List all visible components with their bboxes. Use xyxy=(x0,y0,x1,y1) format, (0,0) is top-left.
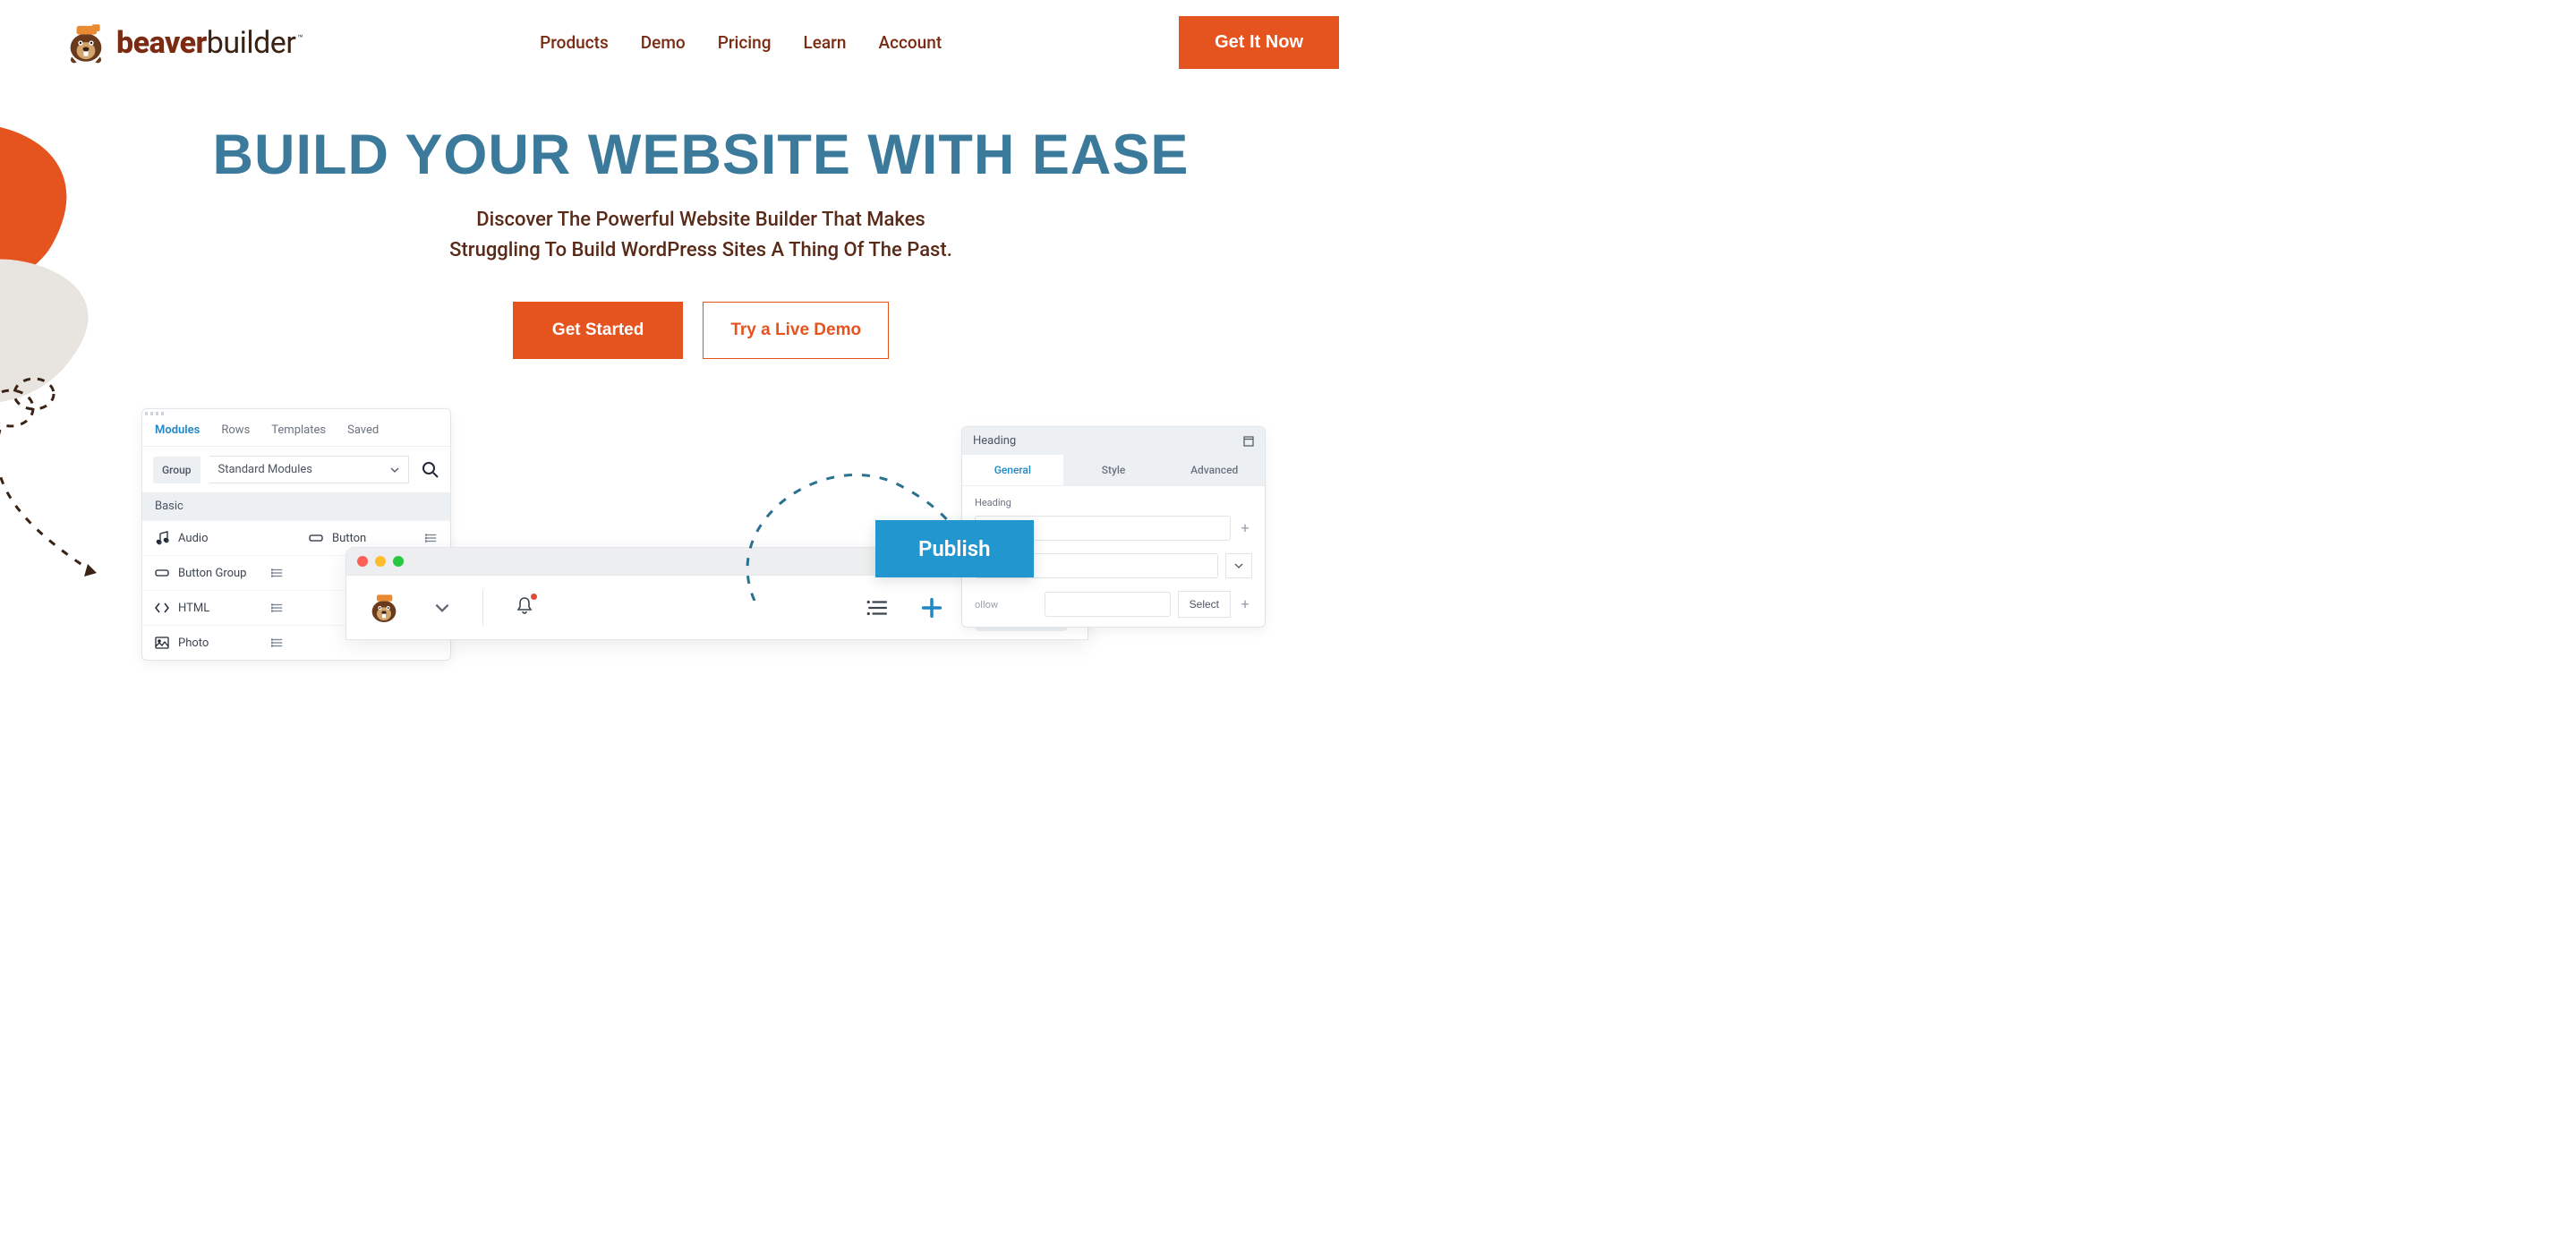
brand-logo[interactable]: beaverbuilder™ xyxy=(63,20,303,66)
tab-style[interactable]: Style xyxy=(1063,455,1164,485)
list-icon xyxy=(425,532,438,544)
module-photo[interactable]: Photo xyxy=(142,626,296,660)
group-label: Group xyxy=(153,457,200,483)
tab-general[interactable]: General xyxy=(962,455,1063,485)
heading-panel-title: Heading xyxy=(973,434,1016,448)
module-button-group[interactable]: Button Group xyxy=(142,556,296,590)
add-field-icon[interactable]: + xyxy=(1238,597,1252,611)
button-icon xyxy=(309,531,323,545)
notification-dot xyxy=(531,594,537,600)
select-button[interactable]: Select xyxy=(1178,591,1231,618)
heading-link-input[interactable] xyxy=(1045,592,1171,617)
site-header: beaverbuilder™ Products Demo Pricing Lea… xyxy=(0,0,1402,69)
list-icon xyxy=(271,637,284,649)
beaver-icon xyxy=(63,20,109,66)
follow-suffix: ollow xyxy=(975,599,1037,611)
brand-name: beaverbuilder™ xyxy=(116,25,303,61)
nav-learn[interactable]: Learn xyxy=(803,32,846,53)
plus-icon[interactable] xyxy=(919,595,944,620)
try-live-demo-button[interactable]: Try a Live Demo xyxy=(703,302,889,359)
beaver-small-icon xyxy=(366,590,402,626)
hero: Build Your Website With Ease Discover Th… xyxy=(0,123,1402,359)
list-icon xyxy=(271,567,284,579)
nav-products[interactable]: Products xyxy=(540,32,609,53)
module-html[interactable]: HTML xyxy=(142,591,296,625)
nav-account[interactable]: Account xyxy=(878,32,942,53)
window-restore-icon[interactable] xyxy=(1243,436,1254,447)
hero-subtitle: Discover The Powerful Website Builder Th… xyxy=(0,205,1402,266)
nav-pricing[interactable]: Pricing xyxy=(718,32,772,53)
tab-modules[interactable]: Modules xyxy=(155,423,200,437)
group-select-value: Standard Modules xyxy=(218,463,313,476)
illustration-cluster: Modules Rows Templates Saved Group Stand… xyxy=(141,408,1260,659)
modules-panel-tabs: Modules Rows Templates Saved xyxy=(142,418,450,447)
chevron-down-icon[interactable] xyxy=(1225,553,1252,578)
heading-field-label: Heading xyxy=(962,486,1265,512)
outline-view-icon[interactable] xyxy=(866,596,889,620)
tab-saved[interactable]: Saved xyxy=(347,423,379,437)
audio-icon xyxy=(155,531,169,545)
section-basic: Basic xyxy=(142,492,450,520)
tab-rows[interactable]: Rows xyxy=(221,423,250,437)
tab-templates[interactable]: Templates xyxy=(271,423,326,437)
button-group-icon xyxy=(155,566,169,580)
hero-title: Build Your Website With Ease xyxy=(0,123,1402,187)
notifications-button[interactable] xyxy=(514,595,535,620)
nav-demo[interactable]: Demo xyxy=(641,32,686,53)
group-select[interactable]: Standard Modules xyxy=(209,456,410,483)
add-field-icon[interactable]: + xyxy=(1238,521,1252,535)
get-started-button[interactable]: Get Started xyxy=(513,302,683,359)
module-audio[interactable]: Audio xyxy=(142,521,296,555)
window-minimize[interactable] xyxy=(375,556,386,567)
html-icon xyxy=(155,601,169,615)
window-maximize[interactable] xyxy=(393,556,404,567)
search-icon[interactable] xyxy=(422,461,439,479)
photo-icon xyxy=(155,636,169,650)
get-it-now-button[interactable]: Get It Now xyxy=(1179,16,1339,69)
heading-panel-tabs: General Style Advanced xyxy=(962,455,1265,486)
tab-advanced[interactable]: Advanced xyxy=(1164,455,1265,485)
chevron-down-icon[interactable] xyxy=(432,598,452,618)
panel-drag-handle[interactable] xyxy=(142,409,450,418)
main-nav: Products Demo Pricing Learn Account xyxy=(540,32,942,53)
publish-badge[interactable]: Publish xyxy=(875,520,1034,577)
list-icon xyxy=(271,602,284,614)
window-close[interactable] xyxy=(357,556,368,567)
chevron-down-icon xyxy=(390,466,399,474)
